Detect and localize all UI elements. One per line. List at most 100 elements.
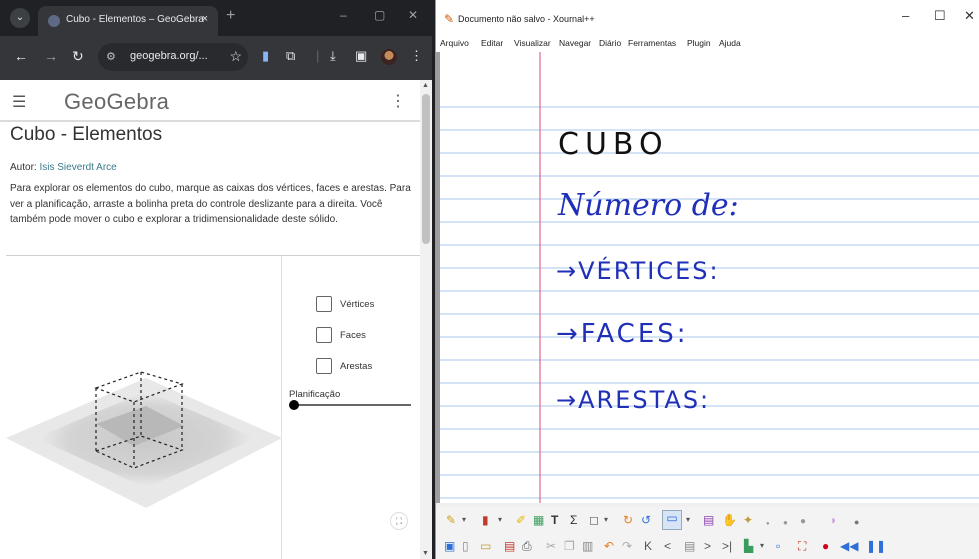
side-panel-icon[interactable]: ▣ bbox=[355, 49, 367, 63]
rewind-icon[interactable]: ◀◀ bbox=[840, 539, 858, 553]
unfold-slider-handle[interactable] bbox=[289, 400, 299, 410]
fine-size-icon[interactable]: ● bbox=[766, 517, 770, 531]
faces-checkbox[interactable] bbox=[316, 327, 332, 343]
export-pdf-icon[interactable]: ▤ bbox=[504, 539, 515, 553]
close-button[interactable]: ✕ bbox=[964, 8, 975, 24]
scroll-up-icon[interactable]: ▲ bbox=[422, 82, 429, 89]
record-icon[interactable]: ● bbox=[822, 539, 829, 553]
forward-icon[interactable]: → bbox=[44, 49, 58, 63]
cut-icon[interactable]: ✂ bbox=[546, 539, 556, 553]
select-dropdown-icon[interactable]: ▾ bbox=[686, 513, 690, 527]
paste-icon[interactable]: ▥ bbox=[582, 539, 593, 553]
maximize-button[interactable]: ☐ bbox=[934, 8, 946, 24]
hamburger-menu-icon[interactable]: ☰ bbox=[12, 92, 26, 112]
faces-label: Faces bbox=[340, 329, 366, 341]
fill-icon[interactable]: ◗ bbox=[830, 513, 837, 527]
menu-editar[interactable]: Editar bbox=[481, 38, 503, 48]
tab-close-icon[interactable]: × bbox=[202, 13, 208, 25]
geogebra-logo[interactable]: GeoGebra bbox=[64, 89, 169, 115]
pause-icon[interactable]: ❚❚ bbox=[866, 539, 886, 553]
bookmark-star-icon[interactable]: ☆ bbox=[229, 48, 242, 65]
pen-dropdown-icon[interactable]: ▾ bbox=[462, 513, 466, 527]
geogebra-favicon-icon bbox=[48, 15, 60, 27]
highlighter-tool-icon[interactable]: ✐ bbox=[516, 513, 526, 527]
menu-arquivo[interactable]: Arquivo bbox=[440, 38, 469, 48]
latex-tool-icon[interactable]: Σ bbox=[570, 513, 577, 527]
image-tool-icon[interactable]: ▦ bbox=[533, 513, 544, 527]
minimize-button[interactable]: – bbox=[902, 8, 909, 23]
save-icon[interactable]: ▣ bbox=[444, 539, 455, 553]
eraser-dropdown-icon[interactable]: ▾ bbox=[498, 513, 502, 527]
checkbox-edges[interactable]: Arestas bbox=[316, 358, 372, 374]
new-tab-button[interactable]: + bbox=[226, 8, 235, 24]
last-page-icon[interactable]: >| bbox=[722, 539, 732, 553]
open-folder-icon[interactable]: ▭ bbox=[480, 539, 491, 553]
pen-tool-icon[interactable]: ✎ bbox=[446, 513, 456, 527]
new-document-icon[interactable]: ▯ bbox=[462, 539, 469, 553]
back-icon[interactable]: ← bbox=[14, 49, 28, 63]
graphics-view[interactable] bbox=[6, 256, 282, 559]
redo-color-icon[interactable]: ↺ bbox=[641, 513, 651, 527]
chrome-menu-icon[interactable]: ⋮ bbox=[410, 49, 423, 63]
shape-tool-icon[interactable]: ◻ bbox=[589, 513, 599, 527]
unfold-slider-track[interactable] bbox=[293, 404, 411, 406]
select-rect-tool-icon[interactable]: ▭ bbox=[662, 510, 682, 530]
menu-navegar[interactable]: Navegar bbox=[559, 38, 591, 48]
thick-size-icon[interactable]: ● bbox=[800, 515, 806, 529]
profile-avatar[interactable] bbox=[381, 49, 397, 65]
site-info-icon[interactable]: ⚙ bbox=[106, 50, 116, 63]
medium-size-icon[interactable]: ● bbox=[783, 516, 788, 530]
undo-color-icon[interactable]: ↻ bbox=[623, 513, 633, 527]
menu-ferramentas[interactable]: Ferramentas bbox=[628, 38, 676, 48]
notebook-page-drawing[interactable]: CUBO Número de: →VÉRTICES: →FACES: →ARES… bbox=[440, 52, 979, 503]
previous-page-icon[interactable]: < bbox=[664, 539, 671, 553]
eraser-tool-icon[interactable]: ▮ bbox=[482, 513, 489, 527]
delete-page-icon[interactable]: ▫ bbox=[776, 539, 780, 553]
reading-mode-icon[interactable]: ▮ bbox=[262, 49, 269, 63]
notebook-page[interactable]: CUBO Número de: →VÉRTICES: →FACES: →ARES… bbox=[440, 52, 979, 503]
redo-icon[interactable]: ↷ bbox=[622, 539, 632, 553]
tab-search-button[interactable]: ⌄ bbox=[10, 8, 30, 28]
first-page-icon[interactable]: K bbox=[644, 539, 652, 553]
add-page-icon[interactable]: ▙ bbox=[744, 539, 753, 553]
vertical-space-icon[interactable]: ▤ bbox=[703, 513, 714, 527]
hand-tool-icon[interactable]: ✋ bbox=[722, 513, 737, 527]
add-page-dropdown-icon[interactable]: ▾ bbox=[760, 539, 764, 553]
copy-icon[interactable]: ❐ bbox=[564, 539, 575, 553]
shape-dropdown-icon[interactable]: ▾ bbox=[604, 513, 608, 527]
minimize-button[interactable]: – bbox=[340, 8, 347, 22]
checkbox-faces[interactable]: Faces bbox=[316, 327, 366, 343]
file-toolbar: ▣ ▯ ▭ ▤ ⎙ ✂ ❐ ▥ ↶ ↷ K < ▤ > >| ▙ ▾ ▫ ⛶ ●… bbox=[436, 533, 979, 559]
scroll-down-icon[interactable]: ▼ bbox=[422, 550, 429, 557]
next-page-icon[interactable]: > bbox=[704, 539, 711, 553]
goto-page-icon[interactable]: ▤ bbox=[684, 539, 695, 553]
edges-checkbox[interactable] bbox=[316, 358, 332, 374]
menu-ajuda[interactable]: Ajuda bbox=[719, 38, 741, 48]
cube-drawing[interactable] bbox=[6, 256, 282, 559]
fullscreen-toggle-icon[interactable]: ⛶ bbox=[798, 539, 806, 553]
author-link[interactable]: Isis Sieverdt Arce bbox=[39, 162, 116, 173]
close-window-button[interactable]: ✕ bbox=[408, 8, 418, 22]
download-icon[interactable]: ⤓ bbox=[330, 49, 336, 63]
fullscreen-icon[interactable]: ⛶ bbox=[390, 512, 408, 530]
more-options-icon[interactable]: ⋮ bbox=[390, 91, 406, 111]
reload-icon[interactable]: ↻ bbox=[72, 49, 84, 63]
scrollbar-thumb[interactable] bbox=[422, 94, 430, 244]
play-object-icon[interactable]: ✦ bbox=[743, 513, 753, 527]
maximize-button[interactable]: ▢ bbox=[374, 8, 385, 22]
menu-diario[interactable]: Diário bbox=[599, 38, 621, 48]
address-bar[interactable]: ⚙ geogebra.org/... ☆ bbox=[98, 43, 248, 71]
extensions-icon[interactable]: ⧉ bbox=[286, 49, 295, 63]
text-tool-icon[interactable]: T bbox=[551, 513, 558, 527]
vertices-label: Vértices bbox=[340, 298, 375, 310]
menu-visualizar[interactable]: Visualizar bbox=[514, 38, 551, 48]
tab-geogebra[interactable]: Cubo - Elementos – GeoGebra × bbox=[38, 6, 218, 36]
print-icon[interactable]: ⎙ bbox=[522, 539, 532, 553]
checkbox-vertices[interactable]: Vértices bbox=[316, 296, 374, 312]
menu-plugin[interactable]: Plugin bbox=[687, 38, 711, 48]
page-scrollbar[interactable]: ▲ ▼ bbox=[420, 80, 432, 559]
vertices-checkbox[interactable] bbox=[316, 296, 332, 312]
undo-icon[interactable]: ↶ bbox=[604, 539, 614, 553]
author-label: Autor: bbox=[10, 162, 40, 173]
color-dot-icon[interactable]: ● bbox=[854, 515, 859, 529]
